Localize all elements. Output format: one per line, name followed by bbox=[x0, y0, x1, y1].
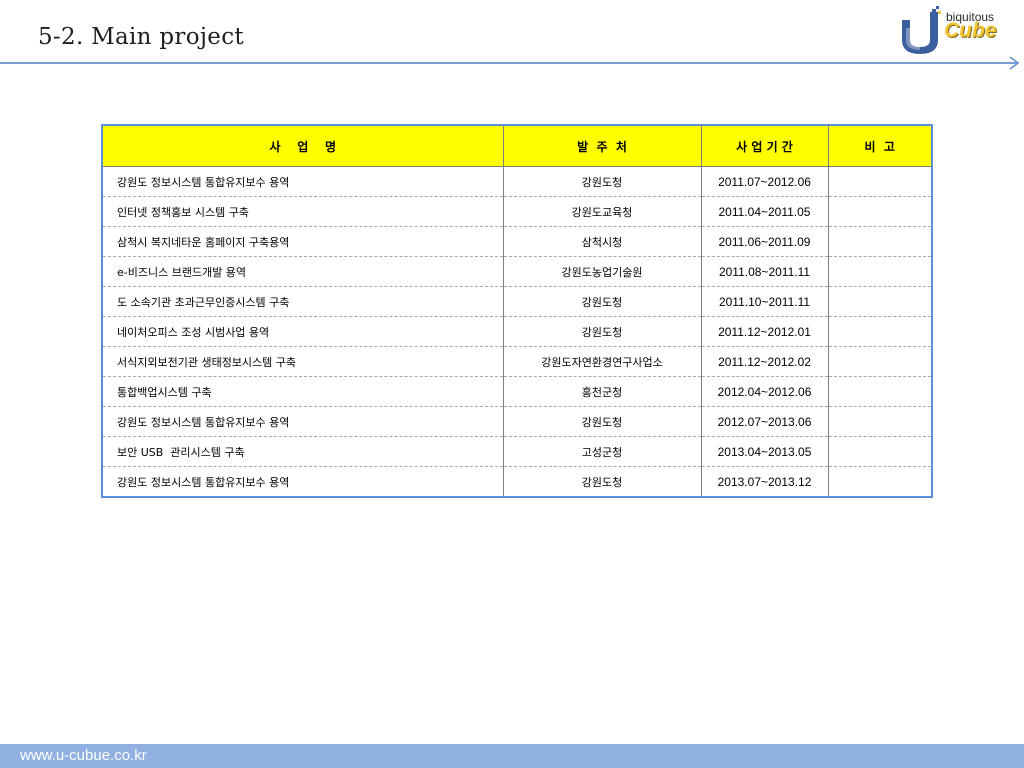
cell-client: 강원도교육청 bbox=[503, 196, 702, 227]
cell-note bbox=[828, 286, 931, 317]
cell-project-name: 강원도 정보시스템 통합유지보수 용역 bbox=[103, 166, 504, 197]
table-row: 보안 USB 관리시스템 구축 고성군청 2013.04~2013.05 bbox=[103, 436, 931, 467]
cell-project-name: 강원도 정보시스템 통합유지보수 용역 bbox=[103, 406, 504, 437]
cell-period: 2012.07~2013.06 bbox=[701, 406, 829, 437]
table-row: e-비즈니스 브랜드개발 용역 강원도농업기술원 2011.08~2011.11 bbox=[103, 256, 931, 287]
footer-bar: www.u-cubue.co.kr bbox=[0, 744, 1024, 768]
cell-period: 2011.07~2012.06 bbox=[701, 166, 829, 197]
header-project-name: 사 업 명 bbox=[103, 126, 504, 167]
cell-project-name: e-비즈니스 브랜드개발 용역 bbox=[103, 256, 504, 287]
cell-client: 고성군청 bbox=[503, 436, 702, 467]
project-table-container: 사 업 명 발 주 처 사 업 기 간 비 고 강원도 정보시스템 통합유지보수… bbox=[101, 124, 933, 498]
cell-period: 2011.08~2011.11 bbox=[701, 256, 829, 287]
cell-project-name: 서식지외보전기관 생태정보시스템 구축 bbox=[103, 346, 504, 377]
table-row: 서식지외보전기관 생태정보시스템 구축 강원도자연환경연구사업소 2011.12… bbox=[103, 346, 931, 377]
cell-client: 삼척시청 bbox=[503, 226, 702, 257]
cell-client: 홍천군청 bbox=[503, 376, 702, 407]
table-row: 강원도 정보시스템 통합유지보수 용역 강원도청 2011.07~2012.06 bbox=[103, 166, 931, 197]
cell-note bbox=[828, 256, 931, 287]
table-row: 통합백업시스템 구축 홍천군청 2012.04~2012.06 bbox=[103, 376, 931, 407]
logo-u-mark-icon bbox=[902, 6, 941, 54]
cell-period: 2013.07~2013.12 bbox=[701, 466, 829, 496]
cell-project-name: 네이처오피스 조성 시범사업 용역 bbox=[103, 316, 504, 347]
cell-period: 2013.04~2013.05 bbox=[701, 436, 829, 467]
cell-client: 강원도청 bbox=[503, 286, 702, 317]
cell-project-name: 인터넷 정책홍보 시스템 구축 bbox=[103, 196, 504, 227]
table-row: 강원도 정보시스템 통합유지보수 용역 강원도청 2012.07~2013.06 bbox=[103, 406, 931, 437]
table-row: 강원도 정보시스템 통합유지보수 용역 강원도청 2013.07~2013.12 bbox=[103, 466, 931, 497]
cell-project-name: 도 소속기관 초과근무인증시스템 구축 bbox=[103, 286, 504, 317]
title-underline bbox=[0, 56, 1020, 70]
cell-period: 2011.06~2011.09 bbox=[701, 226, 829, 257]
cell-note bbox=[828, 196, 931, 227]
table-row: 도 소속기관 초과근무인증시스템 구축 강원도청 2011.10~2011.11 bbox=[103, 286, 931, 317]
cell-note bbox=[828, 316, 931, 347]
cell-period: 2012.04~2012.06 bbox=[701, 376, 829, 407]
company-logo: biquitous Cube bbox=[898, 6, 1016, 58]
cell-client: 강원도청 bbox=[503, 316, 702, 347]
cell-client: 강원도청 bbox=[503, 406, 702, 437]
cell-project-name: 강원도 정보시스템 통합유지보수 용역 bbox=[103, 466, 504, 496]
table-row: 네이처오피스 조성 시범사업 용역 강원도청 2011.12~2012.01 bbox=[103, 316, 931, 347]
cell-note bbox=[828, 406, 931, 437]
page-title: 5-2. Main project bbox=[38, 24, 244, 50]
project-table: 사 업 명 발 주 처 사 업 기 간 비 고 강원도 정보시스템 통합유지보수… bbox=[103, 126, 931, 496]
cell-period: 2011.10~2011.11 bbox=[701, 286, 829, 317]
cell-note bbox=[828, 346, 931, 377]
table-header-row: 사 업 명 발 주 처 사 업 기 간 비 고 bbox=[103, 126, 931, 167]
table-row: 인터넷 정책홍보 시스템 구축 강원도교육청 2011.04~2011.05 bbox=[103, 196, 931, 227]
cell-note bbox=[828, 226, 931, 257]
cell-client: 강원도농업기술원 bbox=[503, 256, 702, 287]
header-period: 사 업 기 간 bbox=[701, 126, 829, 167]
cell-period: 2011.12~2012.01 bbox=[701, 316, 829, 347]
cell-note bbox=[828, 376, 931, 407]
table-row: 삼척시 복지네타운 홈페이지 구축용역 삼척시청 2011.06~2011.09 bbox=[103, 226, 931, 257]
cell-client: 강원도청 bbox=[503, 466, 702, 496]
cell-project-name: 보안 USB 관리시스템 구축 bbox=[103, 436, 504, 467]
cell-project-name: 통합백업시스템 구축 bbox=[103, 376, 504, 407]
logo-wordmark: Cube bbox=[944, 19, 997, 42]
footer-website-url: www.u-cubue.co.kr bbox=[20, 747, 147, 764]
cell-client: 강원도자연환경연구사업소 bbox=[503, 346, 702, 377]
cell-project-name: 삼척시 복지네타운 홈페이지 구축용역 bbox=[103, 226, 504, 257]
cell-period: 2011.12~2012.02 bbox=[701, 346, 829, 377]
cell-note bbox=[828, 467, 931, 497]
cell-note bbox=[828, 436, 931, 467]
header-client: 발 주 처 bbox=[503, 126, 702, 167]
header-note: 비 고 bbox=[828, 126, 931, 167]
cell-period: 2011.04~2011.05 bbox=[701, 196, 829, 227]
cell-client: 강원도청 bbox=[503, 166, 702, 197]
cell-note bbox=[828, 166, 931, 197]
